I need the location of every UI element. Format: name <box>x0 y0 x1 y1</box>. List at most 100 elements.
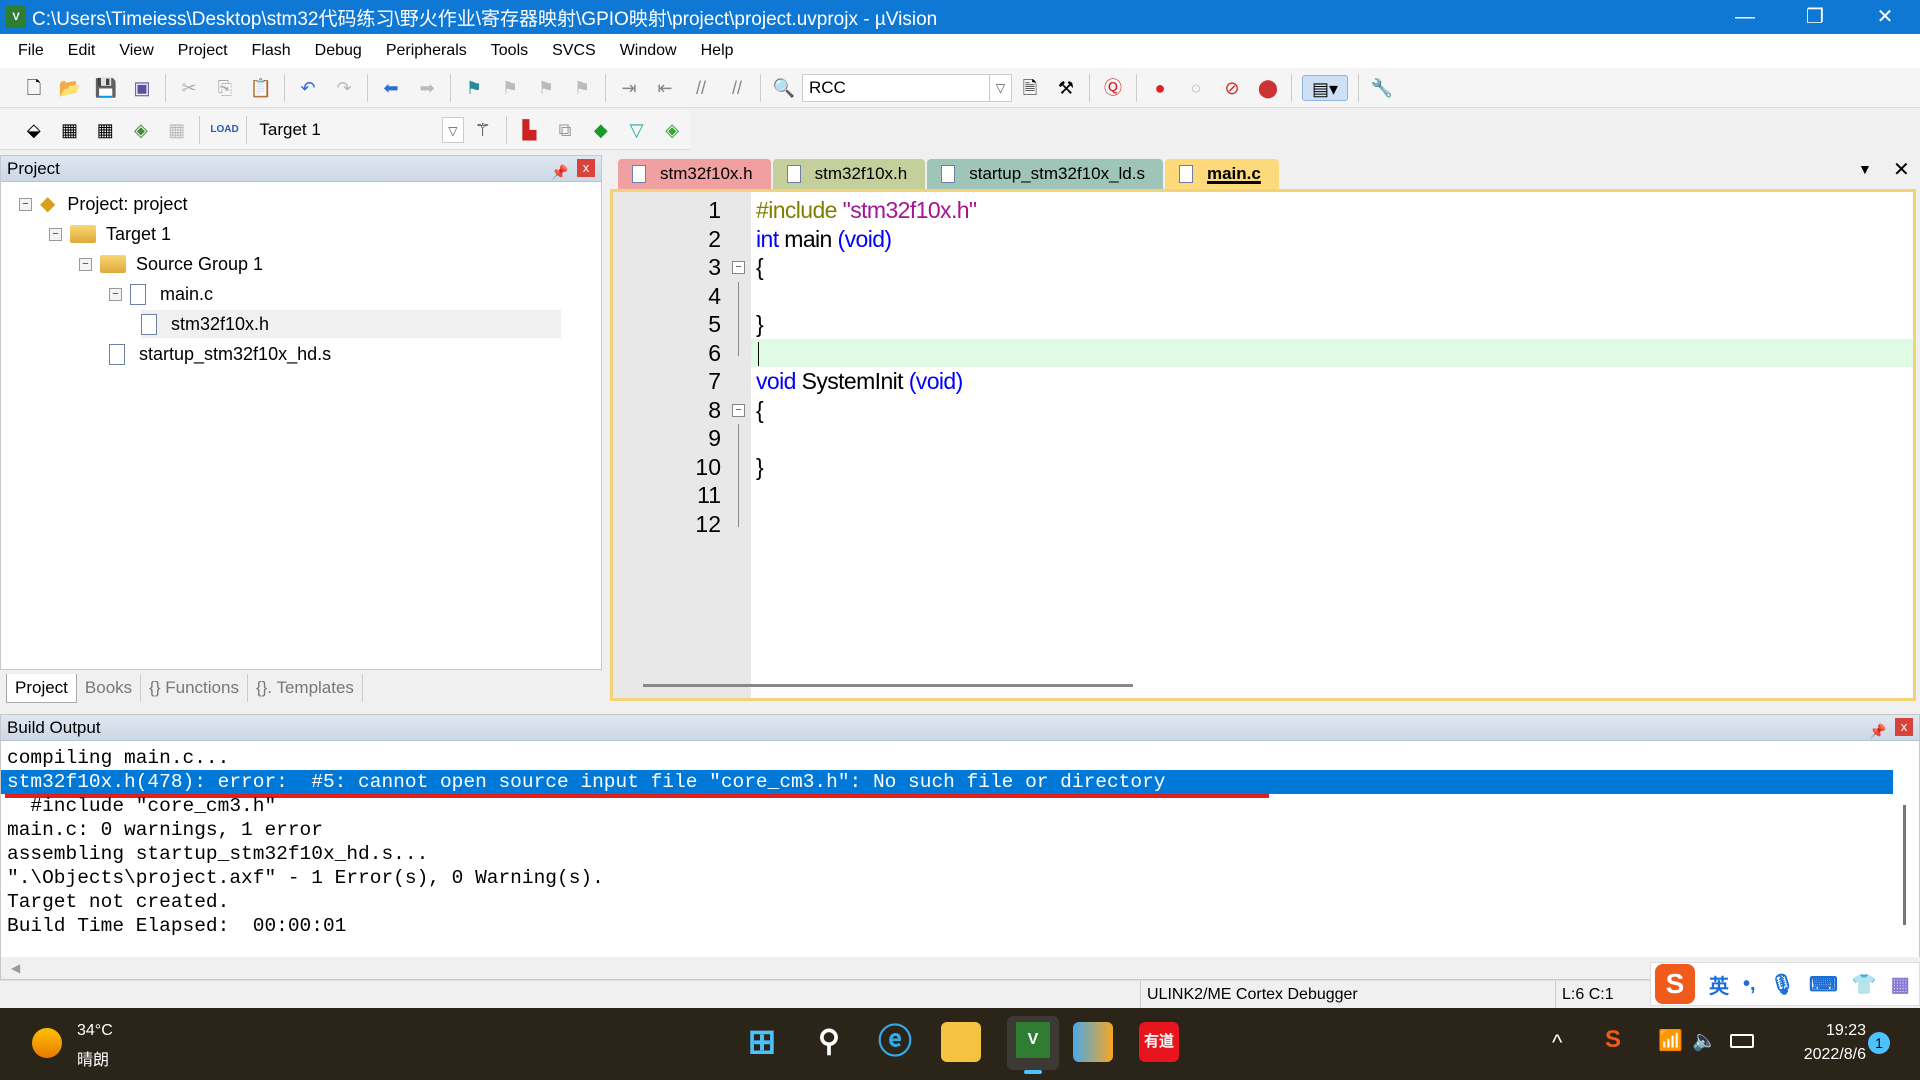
ime-language[interactable]: 英 <box>1709 970 1729 999</box>
search-icon[interactable]: ⚲ <box>809 1022 849 1062</box>
edge-browser-icon[interactable]: ⓔ <box>875 1022 915 1062</box>
windows-start-icon[interactable]: ⊞ <box>742 1022 782 1062</box>
tree-item[interactable]: stm32f10x.h <box>141 310 561 338</box>
output-line[interactable]: Target not created. <box>7 890 229 914</box>
open-file-icon[interactable]: 📂 <box>57 75 83 101</box>
select-packs-icon[interactable]: ▽ <box>624 117 650 143</box>
menu-file[interactable]: File <box>6 42 56 60</box>
code-editor[interactable]: 1 2 3 4 5 6 7 8 9 10 11 12− − #include "stm32f10x.h"… <box>610 189 1916 701</box>
editor-tab[interactable]: main.c <box>1164 159 1279 189</box>
microphone-icon[interactable]: 🎙 <box>1770 972 1795 997</box>
output-line[interactable]: #include "core_cm3.h" <box>7 794 276 818</box>
ime-punctuation[interactable]: •, <box>1743 973 1756 996</box>
editor-tab[interactable]: stm32f10x.h <box>772 159 926 189</box>
uvision-taskbar-item[interactable]: V <box>1007 1016 1059 1070</box>
prev-bookmark-icon[interactable]: ⚑ <box>497 75 523 101</box>
menu-tools[interactable]: Tools <box>479 42 540 60</box>
skin-icon[interactable]: 👕 <box>1852 972 1877 997</box>
disable-all-breakpoints-icon[interactable]: ⊘ <box>1219 75 1245 101</box>
breakpoint-icon[interactable]: ● <box>1147 75 1173 101</box>
window-layout-icon[interactable]: ▤▾ <box>1302 74 1348 101</box>
collapse-icon[interactable]: − <box>19 197 32 211</box>
temperature[interactable]: 34°C <box>77 1022 113 1040</box>
menu-svcs[interactable]: SVCS <box>540 42 608 60</box>
tab-list-chevron-icon[interactable]: ▼ <box>1858 161 1872 177</box>
notification-badge[interactable]: 1 <box>1868 1032 1890 1054</box>
output-line[interactable]: main.c: 0 warnings, 1 error <box>7 818 323 842</box>
navigate-forward-icon[interactable]: ➡ <box>414 75 440 101</box>
battery-icon[interactable] <box>1730 1034 1754 1048</box>
uncomment-icon[interactable]: // <box>724 75 750 101</box>
horizontal-scrollbar[interactable] <box>643 684 1133 687</box>
tree-item[interactable]: startup_stm32f10x_hd.s <box>109 340 331 368</box>
clock-time[interactable]: 19:23 <box>1786 1022 1866 1040</box>
fold-toggle-icon[interactable]: − <box>732 261 745 274</box>
batch-build-icon[interactable]: ◈ <box>128 117 154 143</box>
apps-icon[interactable]: ▦ <box>1891 972 1910 997</box>
menu-flash[interactable]: Flash <box>240 42 303 60</box>
file-extensions-icon[interactable]: ▙ <box>517 117 543 143</box>
output-line[interactable]: compiling main.c... <box>7 746 229 770</box>
stop-build-icon[interactable]: ▦ <box>164 117 190 143</box>
tree-item[interactable]: − Source Group 1 <box>79 250 263 278</box>
load-download-icon[interactable]: LOAD <box>210 117 238 143</box>
tab-functions[interactable]: {} Functions <box>141 674 248 702</box>
indent-icon[interactable]: ⇥ <box>616 75 642 101</box>
winrar-icon[interactable] <box>1073 1022 1113 1062</box>
disable-breakpoint-icon[interactable]: ○ <box>1183 75 1209 101</box>
menu-edit[interactable]: Edit <box>56 42 108 60</box>
chevron-down-icon[interactable]: ▽ <box>989 74 1011 101</box>
debug-session-icon[interactable]: Ⓠ <box>1100 75 1126 101</box>
minimize-button[interactable]: — <box>1710 0 1780 34</box>
clock-date[interactable]: 2022/8/6 <box>1766 1046 1866 1064</box>
clear-bookmarks-icon[interactable]: ⚑ <box>569 75 595 101</box>
target-select[interactable]: Target 1 ▽ <box>252 116 465 144</box>
tree-item[interactable]: − Target 1 <box>49 220 171 248</box>
output-line[interactable]: Build Time Elapsed: 00:00:01 <box>7 914 346 938</box>
rebuild-icon[interactable]: ▦ <box>92 117 118 143</box>
pin-icon[interactable]: 📌 <box>551 159 568 185</box>
options-for-target-icon[interactable]: ⚚ <box>470 117 496 143</box>
manage-project-items-icon[interactable]: ⧉ <box>552 117 578 143</box>
close-icon[interactable]: x <box>1895 718 1913 736</box>
unindent-icon[interactable]: ⇤ <box>652 75 678 101</box>
sun-weather-icon[interactable] <box>32 1028 62 1058</box>
menu-project[interactable]: Project <box>166 42 240 60</box>
paste-icon[interactable]: 📋 <box>248 75 274 101</box>
menu-debug[interactable]: Debug <box>303 42 374 60</box>
show-hidden-icons-chevron-icon[interactable]: ^ <box>1552 1030 1562 1056</box>
collapse-icon[interactable]: − <box>79 257 92 271</box>
next-bookmark-icon[interactable]: ⚑ <box>533 75 559 101</box>
close-button[interactable]: ✕ <box>1850 0 1920 34</box>
sogou-tray-icon[interactable]: S <box>1605 1026 1621 1054</box>
copy-icon[interactable]: ⎘ <box>212 75 238 101</box>
configure-icon[interactable]: 🔧 <box>1369 75 1395 101</box>
horizontal-scrollbar[interactable]: ◀▶ <box>1 957 1920 979</box>
menu-window[interactable]: Window <box>608 42 689 60</box>
editor-tab[interactable]: stm32f10x.h <box>618 159 771 189</box>
menu-view[interactable]: View <box>107 42 165 60</box>
sogou-logo-icon[interactable]: S <box>1655 964 1695 1004</box>
weather-text[interactable]: 晴朗 <box>77 1046 109 1070</box>
close-tab-icon[interactable]: ✕ <box>1893 157 1910 182</box>
save-icon[interactable]: 💾 <box>93 75 119 101</box>
run-time-environment-icon[interactable]: ◆ <box>588 117 614 143</box>
maximize-button[interactable]: ❐ <box>1780 0 1850 34</box>
youdao-icon[interactable]: 有道 <box>1139 1022 1179 1062</box>
bookmark-icon[interactable]: ⚑ <box>461 75 487 101</box>
file-explorer-icon[interactable] <box>941 1022 981 1062</box>
chevron-down-icon[interactable]: ▽ <box>441 116 464 143</box>
cut-icon[interactable]: ✂ <box>176 75 202 101</box>
build-icon[interactable]: ▦ <box>57 117 83 143</box>
pack-installer-icon[interactable]: ◈ <box>659 117 685 143</box>
pin-icon[interactable]: 📌 <box>1869 718 1886 744</box>
kill-all-breakpoints-icon[interactable]: ⬤ <box>1255 75 1281 101</box>
tree-item[interactable]: − main.c <box>109 280 213 308</box>
find-combo[interactable]: RCC ▽ <box>802 73 1012 102</box>
redo-icon[interactable]: ↷ <box>331 75 357 101</box>
navigate-back-icon[interactable]: ⬅ <box>378 75 404 101</box>
menu-peripherals[interactable]: Peripherals <box>374 42 479 60</box>
new-file-icon[interactable]: 🗋 <box>21 75 47 101</box>
tab-templates[interactable]: {}. Templates <box>248 674 363 702</box>
tab-books[interactable]: Books <box>77 674 142 702</box>
